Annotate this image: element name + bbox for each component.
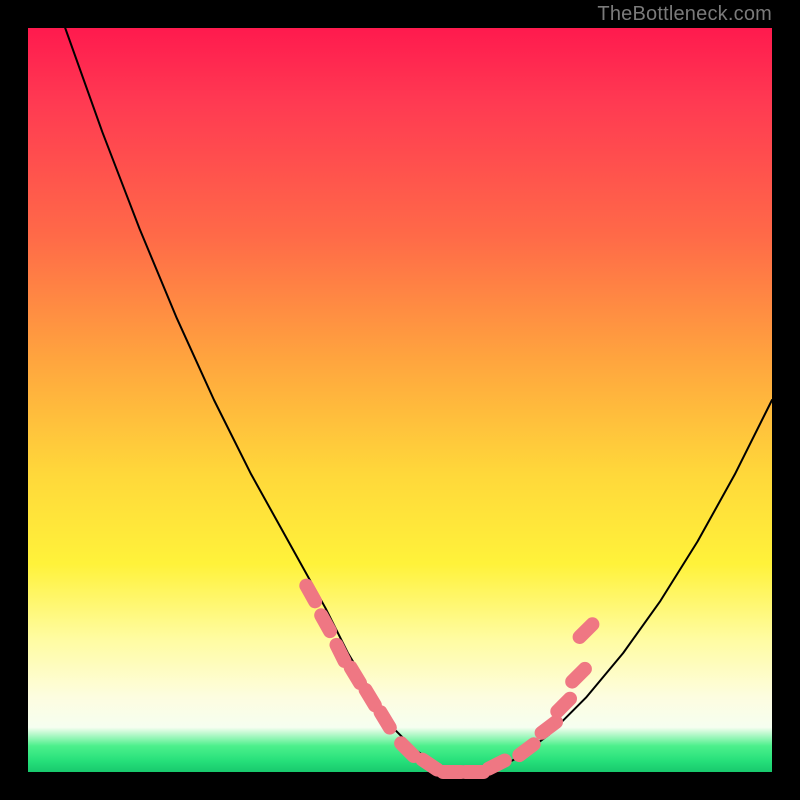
curve-marker-dot [468,766,480,778]
chart-frame: TheBottleneck.com [0,0,800,800]
curve-marker-dot [543,721,555,733]
curve-markers [305,586,593,778]
bottleneck-curve [65,28,772,772]
curve-marker-dot [424,759,436,771]
plot-area [28,28,772,772]
chart-svg [28,28,772,772]
curve-marker-dot [305,587,317,599]
curve-marker-dot [349,669,361,681]
curve-marker-dot [580,625,592,637]
curve-marker-dot [521,744,533,756]
curve-marker-dot [379,714,391,726]
curve-marker-dot [364,692,376,704]
curve-marker-dot [573,669,585,681]
curve-marker-dot [335,647,347,659]
curve-marker-dot [401,744,413,756]
curve-marker-dot [320,617,332,629]
curve-marker-dot [446,766,458,778]
watermark-text: TheBottleneck.com [597,0,772,28]
curve-marker-dot [491,759,503,771]
curve-marker-dot [558,699,570,711]
